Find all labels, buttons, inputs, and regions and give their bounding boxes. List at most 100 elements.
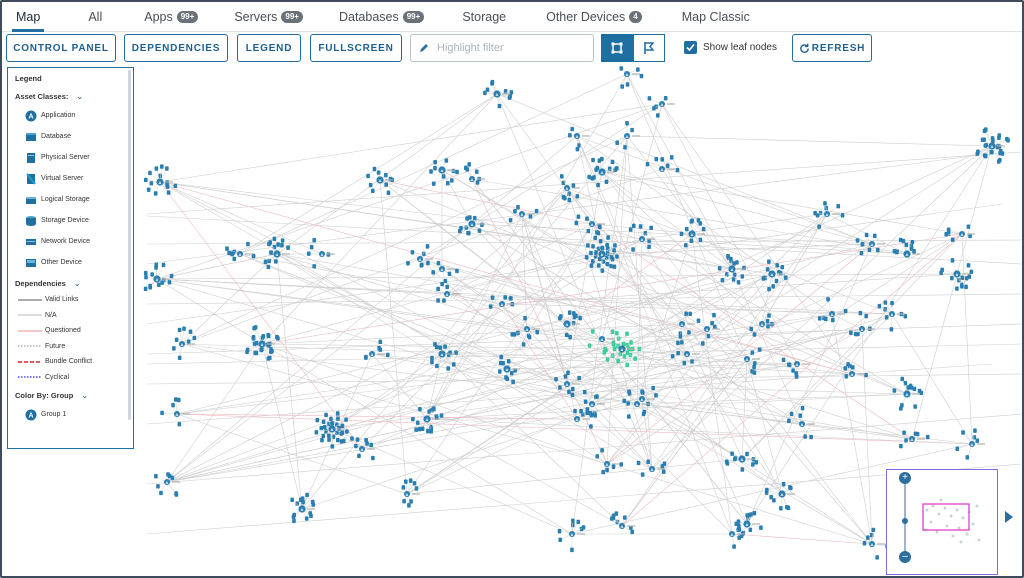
physical-server-icon	[25, 152, 37, 164]
asset-classes-list: A Application Database Physical Server Virtu…	[15, 105, 133, 273]
select-mode-button[interactable]	[601, 34, 633, 62]
legend-dependency-bundle-conflict: Bundle Conflict	[15, 354, 133, 370]
svg-text:A: A	[566, 186, 569, 191]
svg-text:A: A	[906, 252, 909, 257]
svg-text:A: A	[961, 232, 964, 237]
legend-title: Legend	[15, 74, 42, 83]
svg-text:A: A	[576, 417, 579, 422]
svg-text:A: A	[911, 437, 914, 442]
legend-panel: Legend Asset Classes: ⌄ A Application Datab…	[7, 67, 134, 449]
svg-text:A: A	[261, 342, 264, 347]
other-devices-count-badge: 4	[629, 11, 642, 23]
show-leaf-nodes-toggle[interactable]: Show leaf nodes	[684, 41, 777, 54]
color-by-header[interactable]: Color By: Group ⌄	[15, 391, 133, 400]
tab-map-classic[interactable]: Map Classic	[678, 3, 754, 31]
svg-text:A: A	[379, 178, 382, 183]
svg-text:A: A	[406, 492, 409, 497]
svg-text:A: A	[641, 397, 644, 402]
tab-other-devices[interactable]: Other Devices 4	[542, 3, 646, 31]
svg-text:A: A	[446, 292, 449, 297]
zoom-slider-thumb[interactable]	[902, 518, 908, 524]
svg-text:A: A	[159, 180, 162, 185]
tab-servers[interactable]: Servers 99+	[230, 3, 307, 31]
legend-dependency-n-a: N/A	[15, 308, 133, 324]
svg-text:A: A	[471, 177, 474, 182]
control-panel-button[interactable]: CONTROL PANEL	[6, 34, 116, 62]
svg-text:A: A	[891, 312, 894, 317]
highlight-filter-input[interactable]	[437, 42, 587, 54]
network-device-icon	[25, 236, 37, 248]
tab-apps[interactable]: Apps 99+	[140, 3, 202, 31]
svg-text:A: A	[731, 267, 734, 272]
svg-text:A: A	[606, 462, 609, 467]
svg-text:A: A	[781, 492, 784, 497]
apps-count-badge: 99+	[176, 11, 199, 23]
svg-text:A: A	[156, 277, 159, 282]
svg-text:A: A	[706, 327, 709, 332]
svg-text:A: A	[239, 252, 242, 257]
legend-asset-storage-device: Storage Device	[15, 210, 133, 231]
legend-asset-physical-server: Physical Server	[15, 147, 133, 168]
asset-classes-header[interactable]: Asset Classes: ⌄	[15, 92, 133, 101]
fullscreen-button[interactable]: FULLSCREEN	[310, 34, 402, 62]
svg-text:A: A	[28, 113, 33, 120]
dependencies-header[interactable]: Dependencies ⌄	[15, 279, 133, 288]
svg-text:A: A	[686, 352, 689, 357]
dependency-map-canvas[interactable]: AAAAA AAAA AAAAAAAAAAAAAAAAAAAAAAAAAAAAAAA…	[2, 64, 1022, 576]
legend-scrollbar[interactable]	[128, 70, 131, 420]
line-swatch	[18, 314, 42, 316]
dependency-nodes[interactable]: A A A A A A A A A A A A A A A A A A A A A A A A A A A A A A A A A A A A A A A A…	[143, 64, 1010, 560]
svg-text:A: A	[371, 352, 374, 357]
svg-text:A: A	[441, 168, 444, 173]
play-arrow-icon[interactable]	[1005, 511, 1013, 523]
refresh-button[interactable]: REFRESH	[792, 34, 872, 62]
tab-databases[interactable]: Databases 99+	[335, 3, 428, 31]
line-swatch	[18, 299, 42, 301]
other-device-icon	[25, 257, 37, 269]
svg-text:A: A	[641, 237, 644, 242]
svg-text:A: A	[321, 252, 324, 257]
svg-text:A: A	[601, 170, 604, 175]
svg-text:A: A	[731, 532, 734, 537]
svg-text:A: A	[746, 357, 749, 362]
logical-storage-icon	[25, 194, 37, 206]
tab-storage[interactable]: Storage	[458, 3, 510, 31]
svg-text:A: A	[166, 480, 169, 485]
svg-text:A: A	[441, 352, 444, 357]
svg-text:A: A	[636, 402, 639, 407]
application-icon: A	[25, 409, 37, 421]
svg-text:A: A	[496, 92, 499, 97]
svg-text:A: A	[851, 372, 854, 377]
tab-all[interactable]: All	[84, 3, 106, 31]
svg-text:A: A	[501, 302, 504, 307]
svg-text:A: A	[526, 327, 529, 332]
svg-text:A: A	[576, 134, 579, 139]
checkbox-checked-icon[interactable]	[684, 41, 697, 54]
application-icon: A	[25, 110, 37, 122]
svg-text:A: A	[571, 532, 574, 537]
highlight-filter[interactable]	[410, 34, 594, 62]
svg-text:A: A	[831, 312, 834, 317]
pen-icon	[420, 44, 428, 52]
databases-count-badge: 99+	[402, 11, 425, 23]
svg-text:A: A	[471, 222, 474, 227]
flag-mode-button[interactable]	[633, 34, 665, 62]
chevron-down-icon[interactable]: ⌄	[74, 279, 81, 288]
chevron-down-icon[interactable]: ⌄	[81, 391, 88, 400]
legend-button[interactable]: LEGEND	[237, 34, 301, 62]
line-swatch	[18, 330, 42, 332]
tab-map[interactable]: Map	[12, 3, 45, 32]
zoom-out-button[interactable]: –	[899, 551, 911, 563]
svg-text:A: A	[621, 524, 624, 529]
legend-asset-database: Database	[15, 126, 133, 147]
svg-text:A: A	[276, 252, 279, 257]
dependencies-button[interactable]: DEPENDENCIES	[124, 34, 228, 62]
svg-text:A: A	[991, 144, 994, 149]
legend-dependency-cyclical: Cyclical	[15, 370, 133, 386]
chevron-down-icon[interactable]: ⌄	[76, 92, 83, 101]
zoom-in-button[interactable]: +	[899, 472, 911, 484]
svg-text:A: A	[746, 522, 749, 527]
svg-text:A: A	[661, 167, 664, 172]
svg-text:A: A	[761, 322, 764, 327]
svg-text:A: A	[591, 222, 594, 227]
